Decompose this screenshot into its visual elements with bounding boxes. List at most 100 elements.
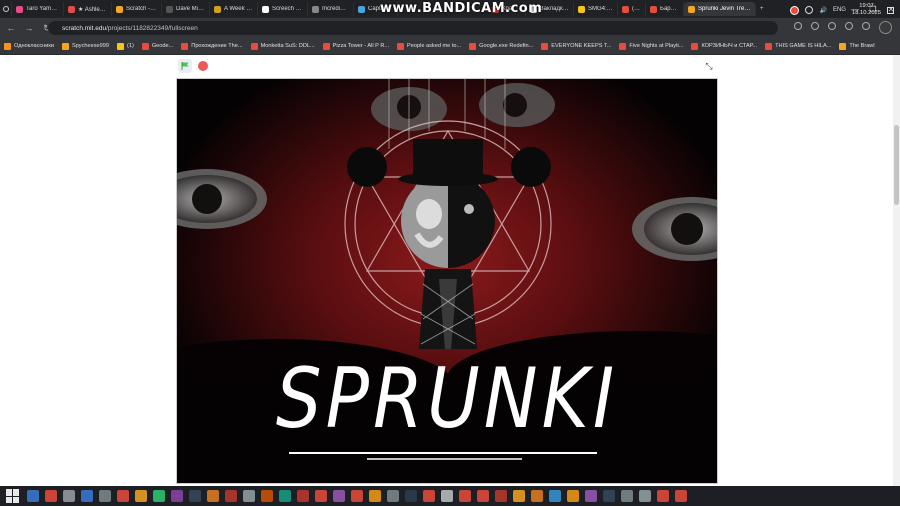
bookmark-item[interactable]: КОРЗИНЫЧ и СТАР... — [687, 42, 761, 50]
scrollbar-thumb[interactable] — [894, 125, 899, 205]
bookmark-item[interactable]: Monketta SuS: DDL... — [247, 42, 319, 50]
taskbar-app-icon[interactable] — [153, 490, 165, 502]
taskbar-app-icon[interactable] — [189, 490, 201, 502]
taskbar-app-icon[interactable] — [387, 490, 399, 502]
taskbar-app-icon[interactable] — [225, 490, 237, 502]
taskbar-app-icon[interactable] — [27, 490, 39, 502]
taskbar-app-icon[interactable] — [423, 490, 435, 502]
bookmark-favicon-icon — [322, 42, 330, 50]
taskbar-app-icon[interactable] — [135, 490, 147, 502]
clock-time: 19:07 — [859, 3, 874, 9]
new-tab-button[interactable]: + — [756, 2, 768, 16]
taskbar-app-icon[interactable] — [657, 490, 669, 502]
browser-tab[interactable]: Incredibox W — [308, 2, 354, 16]
taskbar-app-icon[interactable] — [279, 490, 291, 502]
volume-icon[interactable]: 🔊 — [819, 7, 826, 14]
taskbar-app-icon[interactable] — [567, 490, 579, 502]
bookmark-item[interactable]: Одноклассники — [0, 42, 58, 50]
shield-icon[interactable] — [811, 22, 819, 30]
browser-tab[interactable]: A Week with — [210, 2, 258, 16]
tab-search-button[interactable] — [0, 2, 12, 16]
taskbar-app-icon[interactable] — [171, 490, 183, 502]
taskbar-app-icon[interactable] — [675, 490, 687, 502]
taskbar-app-icon[interactable] — [207, 490, 219, 502]
network-icon[interactable] — [805, 6, 814, 14]
settings-icon[interactable] — [862, 22, 870, 30]
browser-tab[interactable]: ★ Ashley Gre — [64, 2, 112, 16]
browser-tab[interactable]: Барбоскины — [646, 2, 684, 16]
bookmark-item[interactable]: Google.exe Redefin... — [465, 42, 537, 50]
taskbar-app-icon[interactable] — [261, 490, 273, 502]
bookmark-item[interactable]: Geode... — [138, 42, 177, 50]
tab-label: Барбоскины — [660, 6, 679, 12]
taskbar-app-icon[interactable] — [99, 490, 111, 502]
heart-icon[interactable] — [845, 22, 853, 30]
profile-avatar[interactable] — [879, 21, 892, 34]
bookmark-item[interactable]: Прохождение The... — [177, 42, 246, 50]
taskbar-app-icon[interactable] — [243, 490, 255, 502]
bookmark-item[interactable]: (1) — [113, 42, 138, 50]
bookmark-favicon-icon — [839, 42, 847, 50]
browser-tab[interactable]: (14) — [618, 2, 646, 16]
back-button[interactable]: ← — [4, 21, 18, 35]
bookmark-item[interactable]: People asked me to... — [393, 42, 465, 50]
url-path: /projects/1182822349/fullscreen — [106, 24, 198, 32]
camera-icon[interactable] — [794, 22, 802, 30]
taskbar-app-icon[interactable] — [369, 490, 381, 502]
taskbar-app-icon[interactable] — [585, 490, 597, 502]
bookmark-label: Geode... — [151, 43, 174, 49]
taskbar-app-icon[interactable] — [531, 490, 543, 502]
url-field[interactable]: scratch.mit.edu/projects/1182822349/full… — [48, 21, 778, 35]
tab-label: ★ Ashley Gre — [78, 6, 107, 13]
bookmark-item[interactable]: Spycheese999 — [58, 42, 113, 50]
tab-favicon-icon — [650, 5, 657, 13]
page-scrollbar[interactable] — [893, 55, 900, 486]
language-indicator[interactable]: ENG — [833, 7, 846, 13]
stop-button[interactable] — [198, 61, 208, 71]
browser-tab[interactable]: Screech | DO — [258, 2, 308, 16]
bookmark-item[interactable]: The Brawl — [835, 42, 878, 50]
exit-fullscreen-button[interactable]: ⤡ — [702, 60, 716, 72]
browser-tab[interactable]: Dave Microw — [162, 2, 210, 16]
tab-label: (14) — [632, 6, 641, 12]
taskbar-app-icon[interactable] — [477, 490, 489, 502]
taskbar-app-icon[interactable] — [351, 490, 363, 502]
bookmark-item[interactable]: THIS GAME IS HILA... — [761, 42, 835, 50]
tab-favicon-icon — [622, 5, 629, 13]
taskbar-app-icon[interactable] — [621, 490, 633, 502]
bookmark-item[interactable]: Five Nights at Playti... — [615, 42, 687, 50]
taskbar-app-icon[interactable] — [639, 490, 651, 502]
taskbar-app-icon[interactable] — [495, 490, 507, 502]
taskbar-app-icon[interactable] — [81, 490, 93, 502]
bookmark-item[interactable]: EVERYONE KEEPS T... — [537, 42, 615, 50]
project-stage[interactable]: SPRUNKI — [176, 78, 718, 484]
taskbar-app-icon[interactable] — [63, 490, 75, 502]
browser-tab[interactable]: Taro Yamada — [12, 2, 64, 16]
taskbar-app-icon[interactable] — [45, 490, 57, 502]
notifications-icon[interactable] — [887, 6, 894, 14]
browser-tab[interactable]: SMG4: SMG4 — [574, 2, 618, 16]
taskbar-app-icon[interactable] — [405, 490, 417, 502]
tab-favicon-icon — [16, 5, 23, 13]
bookmark-item[interactable]: Pizza Tower - All P R... — [319, 42, 393, 50]
bookmark-label: КОРЗИНЫЧ и СТАР... — [701, 43, 758, 49]
download-icon[interactable] — [828, 22, 836, 30]
bookmark-label: THIS GAME IS HILA... — [775, 43, 832, 49]
taskbar-app-icon[interactable] — [333, 490, 345, 502]
forward-button[interactable]: → — [22, 21, 36, 35]
taskbar-app-icon[interactable] — [297, 490, 309, 502]
taskbar-app-icon[interactable] — [441, 490, 453, 502]
taskbar-app-icon[interactable] — [459, 490, 471, 502]
bookmarks-bar: Одноклассники Spycheese999 (1) Geode... Прох… — [0, 38, 900, 55]
start-button[interactable] — [6, 489, 20, 503]
record-icon[interactable] — [790, 5, 800, 15]
taskbar-app-icon[interactable] — [513, 490, 525, 502]
browser-tab[interactable]: Sprunki Jevin Treatme — [684, 2, 756, 16]
clock[interactable]: 19:07 18.10.2025 — [852, 3, 881, 17]
taskbar-app-icon[interactable] — [117, 490, 129, 502]
taskbar-app-icon[interactable] — [603, 490, 615, 502]
taskbar-app-icon[interactable] — [315, 490, 327, 502]
green-flag-button[interactable] — [178, 59, 192, 73]
taskbar-app-icon[interactable] — [549, 490, 561, 502]
browser-tab[interactable]: Scratch - Фан — [112, 2, 162, 16]
